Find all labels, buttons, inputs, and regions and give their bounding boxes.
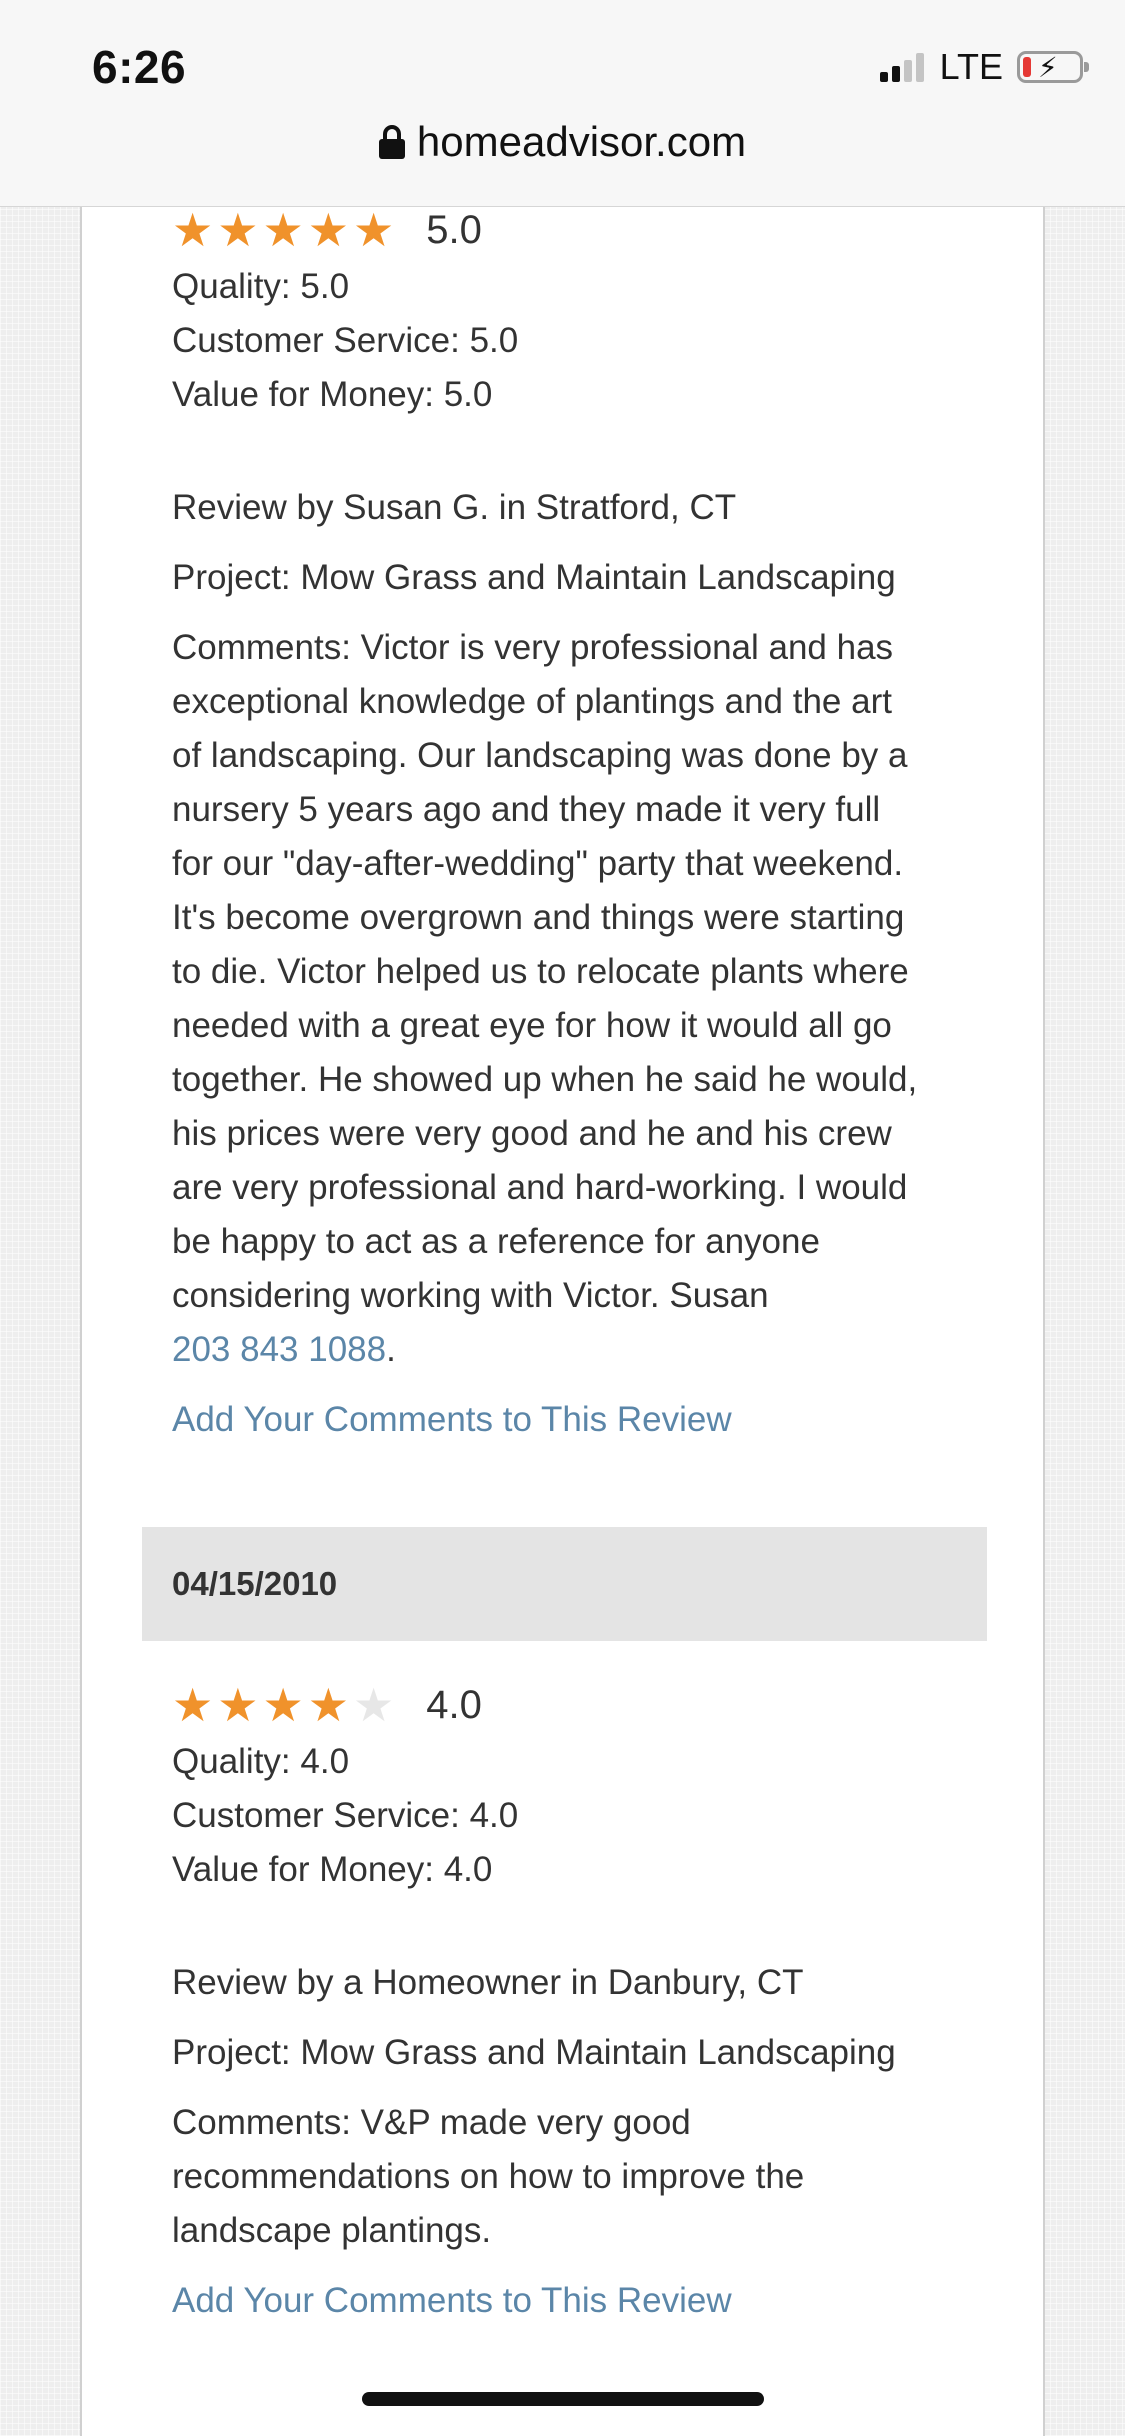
comment-line: exceptional knowledge of plantings and t…: [172, 682, 892, 721]
value-for-money-rating: Value for Money: 4.0: [172, 1850, 493, 1889]
comment-line: together. He showed up when he said he w…: [172, 1060, 918, 1099]
comment-line: are very professional and hard-working. …: [172, 1168, 908, 1207]
comment-line: It's become overgrown and things were st…: [172, 898, 905, 937]
network-label: LTE: [939, 46, 1003, 87]
reviews-panel: ★ ★ ★ ★ ★ 5.0 Quality: 5.0 Customer Service:…: [80, 207, 1045, 2436]
customer-service-rating: Customer Service: 5.0: [172, 321, 519, 360]
home-indicator[interactable]: [362, 2392, 764, 2406]
comment-line: Comments: Victor is very professional an…: [172, 628, 894, 667]
signal-icon: [879, 52, 924, 82]
review-comments: Comments: Victor is very professional an…: [172, 621, 1032, 1377]
browser-top-bar: 6:26 LTE ⚡ homeadvisor.com: [0, 0, 1125, 207]
star-filled-icon: ★: [217, 1679, 259, 1731]
add-comments-link[interactable]: Add Your Comments to This Review: [172, 1393, 1032, 1447]
phone-link[interactable]: 203 843 1088: [172, 1330, 386, 1369]
review-card: ★ ★ ★ ★ ★ 5.0 Quality: 5.0 Customer Service:…: [172, 207, 1032, 1447]
star-filled-icon: ★: [262, 1679, 304, 1731]
comment-line: recommendations on how to improve the: [172, 2157, 805, 2196]
comment-line: considering working with Victor. Susan: [172, 1276, 769, 1315]
status-time: 6:26: [92, 41, 187, 93]
star-filled-icon: ★: [172, 204, 214, 256]
rating-row: ★ ★ ★ ★ ★ 5.0: [172, 200, 1032, 260]
star-filled-icon: ★: [353, 204, 395, 256]
customer-service-rating: Customer Service: 4.0: [172, 1796, 519, 1835]
quality-rating: Quality: 4.0: [172, 1742, 350, 1781]
star-filled-icon: ★: [217, 204, 259, 256]
review-card: ★ ★ ★ ★ ★ 4.0 Quality: 4.0 Customer Service:…: [172, 1675, 1032, 2328]
comment-line: of landscaping. Our landscaping was done…: [172, 736, 908, 775]
overall-score: 4.0: [426, 1682, 482, 1727]
comment-line: be happy to act as a reference for anyon…: [172, 1222, 820, 1261]
address-bar[interactable]: homeadvisor.com: [0, 118, 1125, 166]
reviewer-line: Review by Susan G. in Stratford, CT: [172, 488, 737, 527]
project-line: Project: Mow Grass and Maintain Landscap…: [172, 2033, 896, 2072]
project-line: Project: Mow Grass and Maintain Landscap…: [172, 558, 896, 597]
comment-line: landscape plantings.: [172, 2211, 492, 2250]
phone-suffix: .: [386, 1330, 396, 1369]
comment-line: nursery 5 years ago and they made it ver…: [172, 790, 881, 829]
star-filled-icon: ★: [172, 1679, 214, 1731]
star-rating: ★ ★ ★ ★ ★: [172, 207, 394, 253]
star-filled-icon: ★: [262, 204, 304, 256]
review-date-bar: 04/15/2010: [142, 1527, 987, 1641]
comment-line: needed with a great eye for how it would…: [172, 1006, 892, 1045]
lock-icon: [378, 125, 405, 159]
star-filled-icon: ★: [307, 1679, 349, 1731]
value-for-money-rating: Value for Money: 5.0: [172, 375, 493, 414]
review-date: 04/15/2010: [172, 1565, 338, 1602]
comment-line: Comments: V&P made very good: [172, 2103, 691, 2142]
reviewer-line: Review by a Homeowner in Danbury, CT: [172, 1963, 804, 2002]
add-comments-link[interactable]: Add Your Comments to This Review: [172, 2274, 1032, 2328]
comment-line: 203 843 1088.: [172, 1323, 1032, 1377]
star-rating: ★ ★ ★ ★ ★: [172, 1682, 394, 1728]
battery-icon: ⚡: [1017, 51, 1089, 83]
quality-rating: Quality: 5.0: [172, 267, 350, 306]
star-empty-icon: ★: [353, 1679, 395, 1731]
comment-line: his prices were very good and he and his…: [172, 1114, 892, 1153]
overall-score: 5.0: [426, 207, 482, 252]
comment-line: for our "day-after-wedding" party that w…: [172, 844, 904, 883]
url-domain: homeadvisor.com: [416, 118, 747, 165]
comment-line: to die. Victor helped us to relocate pla…: [172, 952, 909, 991]
rating-row: ★ ★ ★ ★ ★ 4.0: [172, 1675, 1032, 1735]
star-filled-icon: ★: [307, 204, 349, 256]
review-comments: Comments: V&P made very good recommendat…: [172, 2096, 1032, 2258]
status-indicators: LTE ⚡: [879, 46, 1089, 88]
